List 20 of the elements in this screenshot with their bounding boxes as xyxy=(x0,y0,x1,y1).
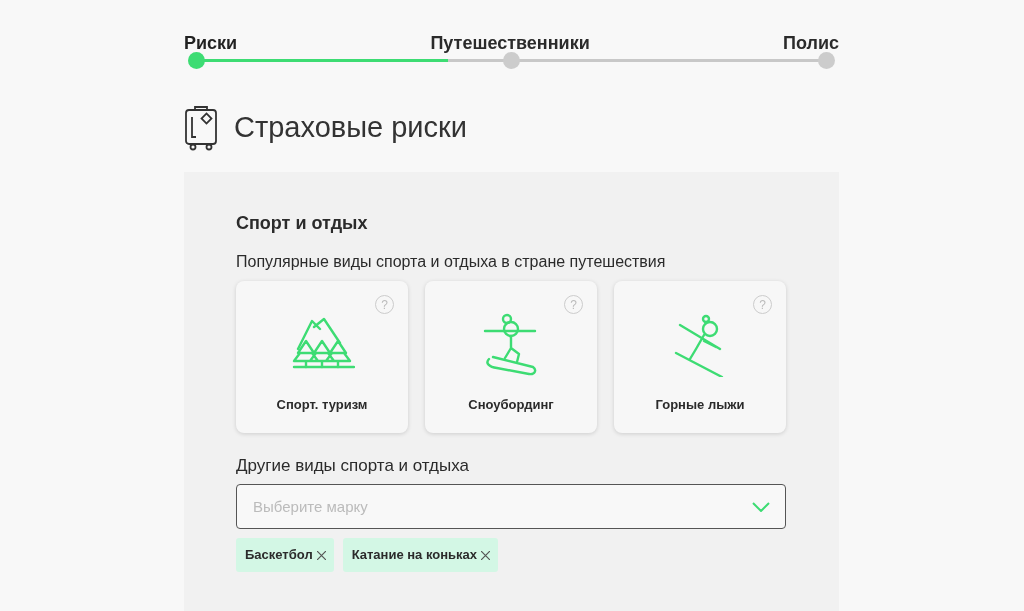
sport-card[interactable]: ? Сноубординг xyxy=(425,281,597,433)
close-icon[interactable] xyxy=(481,550,491,560)
page-heading: Страховые риски xyxy=(234,110,467,146)
card-label: Спорт. туризм xyxy=(276,396,368,414)
card-label: Горные лыжи xyxy=(655,396,745,414)
tag-label: Баскетбол xyxy=(245,546,313,565)
close-icon[interactable] xyxy=(316,550,326,560)
sport-dropdown[interactable]: Выберите марку xyxy=(236,484,786,529)
step-label[interactable]: Путешественники xyxy=(430,30,590,54)
card-label: Сноубординг xyxy=(468,396,554,414)
suitcase-icon xyxy=(184,105,218,151)
sport-card[interactable]: ? Спорт. туризм xyxy=(236,281,408,433)
sport-card[interactable]: ? Горные лыжи xyxy=(614,281,786,433)
section-subtitle: Популярные виды спорта и отдыха в стране путешествия xyxy=(236,252,667,270)
step-label[interactable]: Риски xyxy=(184,30,238,54)
chevron-down-icon xyxy=(752,502,770,512)
step-label[interactable]: Полис xyxy=(783,30,839,54)
tag-label: Катание на коньках xyxy=(351,546,478,565)
field-label: Другие виды спорта и отдыха xyxy=(236,455,470,475)
section-title: Спорт и отдых xyxy=(236,212,369,234)
